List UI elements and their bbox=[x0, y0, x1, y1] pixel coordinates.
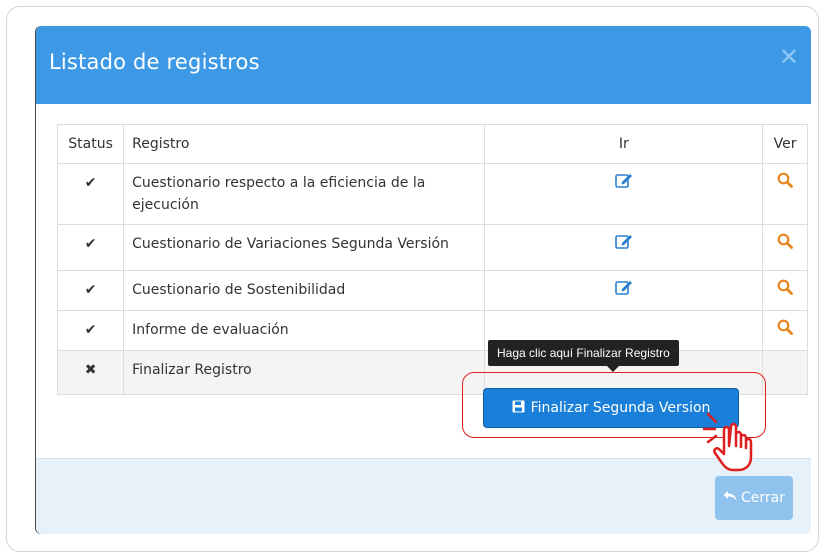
ver-cell bbox=[762, 350, 808, 395]
ir-cell bbox=[484, 163, 764, 225]
edit-icon[interactable] bbox=[614, 172, 633, 195]
close-button[interactable]: Cerrar bbox=[715, 476, 793, 520]
edit-icon[interactable] bbox=[614, 279, 633, 302]
header-ver: Ver bbox=[762, 124, 808, 164]
reply-arrow-icon bbox=[723, 490, 737, 506]
search-icon[interactable] bbox=[777, 319, 793, 342]
header-ir: Ir bbox=[484, 124, 764, 164]
table-row: ✔ Cuestionario de Sostenibilidad bbox=[56, 270, 808, 311]
ver-cell bbox=[762, 310, 808, 351]
search-icon[interactable] bbox=[777, 233, 793, 256]
search-icon[interactable] bbox=[777, 279, 793, 302]
status-cross-icon: ✖ bbox=[56, 350, 125, 395]
table-row: ✔ Cuestionario respecto a la eficiencia … bbox=[56, 163, 808, 225]
search-icon[interactable] bbox=[777, 172, 793, 195]
header-registro: Registro bbox=[123, 124, 486, 164]
ir-cell bbox=[484, 270, 764, 311]
save-icon bbox=[512, 400, 525, 417]
registro-cell: Cuestionario respecto a la eficiencia de… bbox=[123, 163, 486, 225]
modal-header: Listado de registros ✕ bbox=[36, 26, 811, 104]
registro-cell: Finalizar Registro bbox=[123, 350, 486, 395]
status-check-icon: ✔ bbox=[56, 163, 125, 225]
ver-cell bbox=[762, 270, 808, 311]
records-modal: Listado de registros ✕ Status Registro I… bbox=[36, 26, 811, 534]
status-check-icon: ✔ bbox=[56, 270, 125, 311]
status-check-icon: ✔ bbox=[56, 224, 125, 271]
modal-footer: Cerrar bbox=[36, 458, 811, 534]
registro-cell: Cuestionario de Variaciones Segunda Vers… bbox=[123, 224, 486, 271]
table-row: ✔ Cuestionario de Variaciones Segunda Ve… bbox=[56, 224, 808, 271]
header-status: Status bbox=[56, 124, 125, 164]
table-header-row: Status Registro Ir Ver bbox=[56, 124, 808, 164]
finalize-tooltip: Haga clic aquí Finalizar Registro bbox=[488, 340, 679, 372]
close-button-label: Cerrar bbox=[741, 490, 785, 506]
table-row: ✔ Informe de evaluación bbox=[56, 310, 808, 351]
close-icon[interactable]: ✕ bbox=[779, 45, 799, 69]
registro-cell: Informe de evaluación bbox=[123, 310, 486, 351]
edit-icon[interactable] bbox=[614, 233, 633, 256]
status-check-icon: ✔ bbox=[56, 310, 125, 351]
ver-cell bbox=[762, 224, 808, 271]
hand-pointer-icon bbox=[700, 402, 780, 478]
finalize-button-label: Finalizar Segunda Version bbox=[530, 400, 711, 416]
registro-cell: Cuestionario de Sostenibilidad bbox=[123, 270, 486, 311]
ir-cell bbox=[484, 224, 764, 271]
records-table: Status Registro Ir Ver ✔ Cuestionario re… bbox=[56, 124, 808, 395]
ver-cell bbox=[762, 163, 808, 225]
modal-title: Listado de registros bbox=[49, 50, 260, 74]
